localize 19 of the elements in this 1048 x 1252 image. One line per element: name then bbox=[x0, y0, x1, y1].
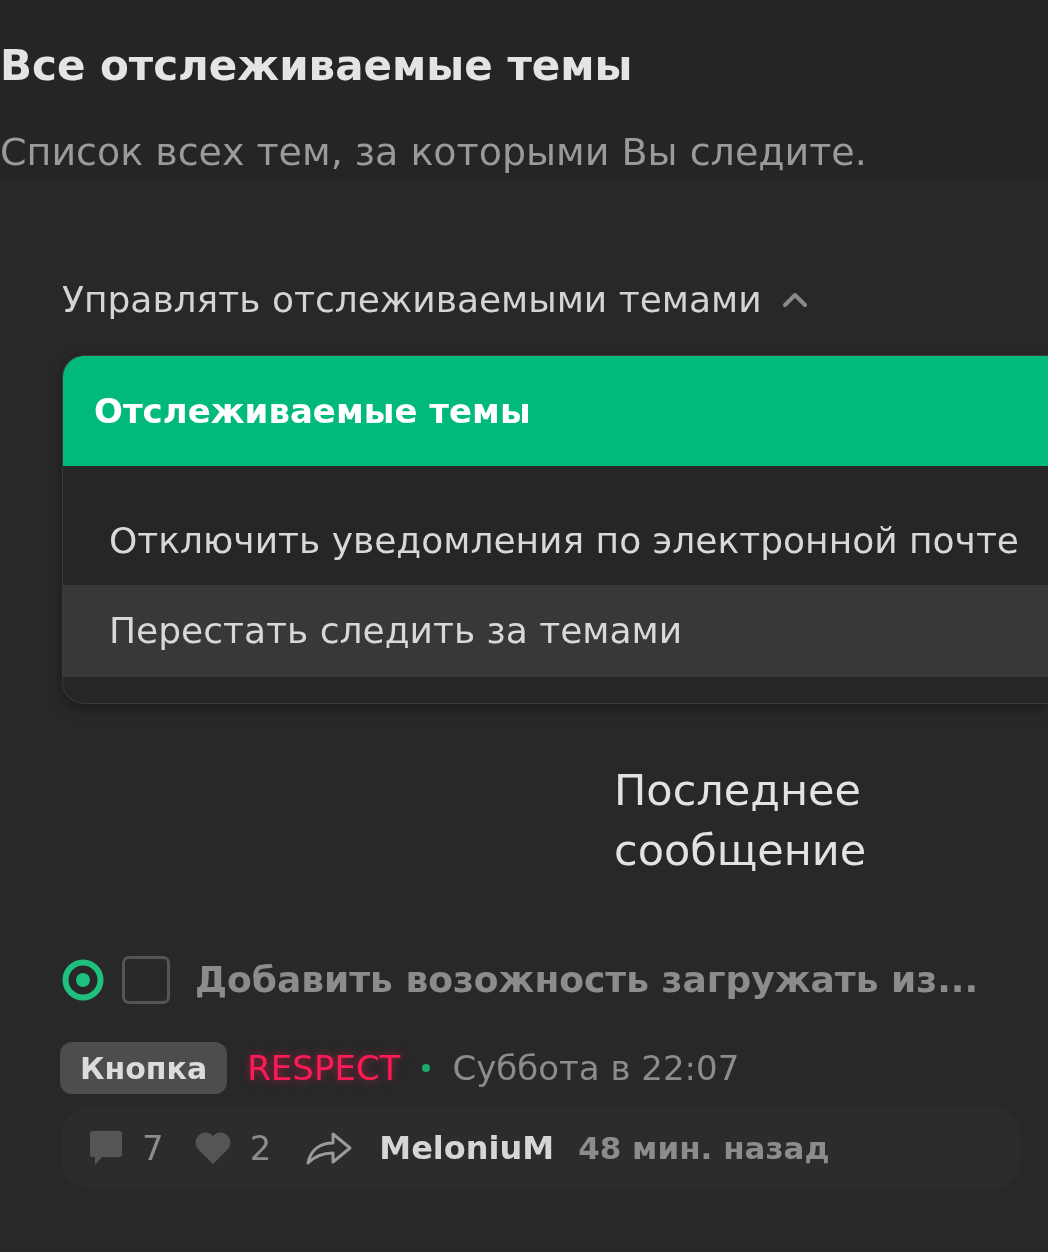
last-post-time: 48 мин. назад bbox=[578, 1128, 830, 1168]
comment-icon bbox=[88, 1129, 124, 1167]
menu-item[interactable]: Перестать следить за темами bbox=[63, 585, 1048, 677]
menu-item[interactable]: Отключить уведомления по электронной почте bbox=[63, 496, 1048, 585]
topic-prefix[interactable]: Кнопка bbox=[60, 1042, 228, 1094]
page-subtitle: Список всех тем, за которыми Вы следите. bbox=[0, 129, 868, 176]
manage-toggle[interactable]: Управлять отслеживаемыми темами bbox=[62, 278, 808, 322]
author-name[interactable]: RESPECT bbox=[247, 1042, 401, 1094]
dropdown-header: Отслеживаемые темы bbox=[63, 356, 1048, 466]
page-title: Все отслеживаемые темы bbox=[0, 40, 634, 92]
last-poster-name[interactable]: MeloniuM bbox=[379, 1124, 555, 1172]
reply-count: 7 bbox=[142, 1126, 164, 1170]
post-date: Суббота в 22:07 bbox=[452, 1046, 740, 1090]
like-count: 2 bbox=[249, 1126, 272, 1170]
topic-title[interactable]: Добавить возожность загружать из... bbox=[195, 954, 979, 1006]
checkbox[interactable] bbox=[122, 956, 170, 1004]
column-header: Последнее сообщение bbox=[614, 764, 868, 877]
heart-icon bbox=[193, 1131, 232, 1165]
dot-icon bbox=[422, 1064, 431, 1072]
